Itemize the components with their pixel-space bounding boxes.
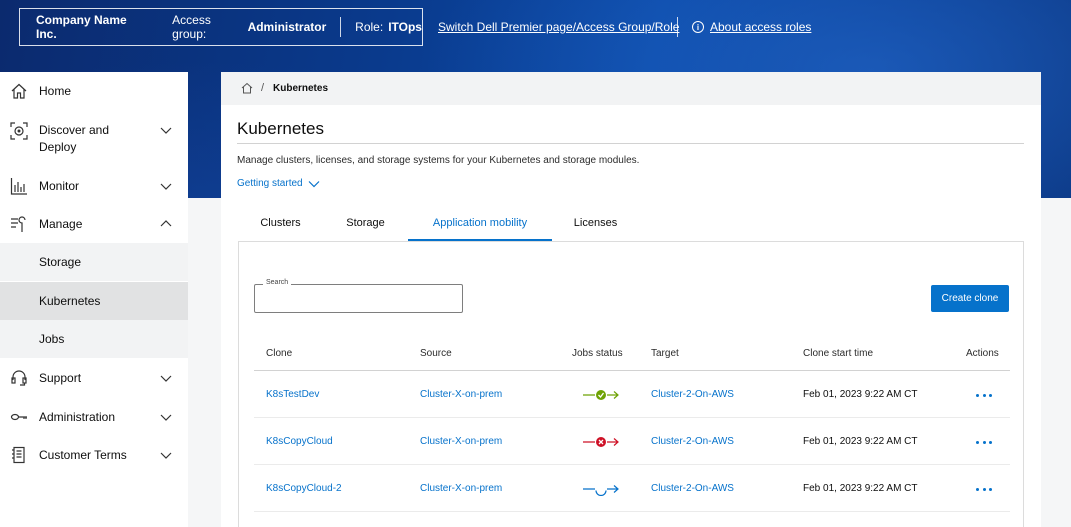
discover-icon	[10, 122, 28, 140]
headset-icon	[11, 370, 27, 386]
access-group-value: Administrator	[247, 20, 327, 34]
divider	[237, 143, 1024, 144]
target-link[interactable]: Cluster-2-On-AWS	[651, 436, 734, 447]
manage-icon	[11, 216, 26, 232]
breadcrumb: / Kubernetes	[221, 72, 1041, 105]
search-field[interactable]: Search	[254, 279, 463, 313]
column-header-source: Source	[420, 348, 452, 359]
tab-storage[interactable]: Storage	[323, 209, 408, 241]
sidebar-item-home[interactable]: Home	[0, 72, 188, 110]
divider	[254, 417, 1010, 418]
about-access-roles-link[interactable]: About access roles	[710, 20, 811, 34]
chevron-down-icon	[160, 452, 172, 459]
document-icon	[12, 446, 25, 464]
tab-label: Clusters	[260, 217, 301, 229]
application-mobility-panel: Search Create clone Clone Source Jobs st…	[238, 241, 1024, 527]
more-actions-icon[interactable]	[976, 390, 992, 400]
search-input[interactable]	[256, 286, 461, 311]
clone-link[interactable]: K8sCopyCloud	[266, 436, 333, 447]
tab-licenses[interactable]: Licenses	[552, 209, 639, 241]
sidebar-subitem-jobs[interactable]: Jobs	[0, 320, 188, 358]
sidebar-item-label: Customer Terms	[39, 448, 127, 462]
source-link[interactable]: Cluster-X-on-prem	[420, 483, 502, 494]
clone-start-time: Feb 01, 2023 9:22 AM CT	[803, 483, 918, 494]
column-header-clone-start-time: Clone start time	[803, 348, 874, 359]
sidebar-item-label: Discover and Deploy	[39, 123, 110, 154]
info-icon: i	[692, 21, 704, 33]
sidebar-item-customer-terms[interactable]: Customer Terms	[0, 436, 188, 474]
tab-label: Storage	[346, 217, 385, 229]
sidebar-item-label: Manage	[39, 217, 83, 231]
main-content: / Kubernetes Kubernetes Manage clusters,…	[221, 72, 1041, 527]
sidebar-item-label: Monitor	[39, 179, 80, 193]
job-success-icon	[583, 390, 619, 400]
access-group-label: Access group:	[172, 13, 211, 41]
column-header-target: Target	[651, 348, 679, 359]
more-actions-icon[interactable]	[976, 437, 992, 447]
sidebar-item-discover-and-deploy[interactable]: Discover and Deploy	[0, 110, 188, 167]
home-icon	[11, 83, 27, 99]
column-header-actions: Actions	[966, 348, 999, 359]
sidebar-subitem-label: Storage	[39, 255, 82, 269]
sidebar: Home Discover and Deploy Monitor Manage …	[0, 72, 188, 527]
sidebar-subitem-label: Kubernetes	[39, 294, 101, 308]
job-failed-icon	[583, 437, 619, 447]
page-description: Manage clusters, licenses, and storage s…	[237, 155, 640, 166]
sidebar-subitem-storage[interactable]: Storage	[0, 243, 188, 281]
target-link[interactable]: Cluster-2-On-AWS	[651, 483, 734, 494]
getting-started-label: Getting started	[237, 178, 303, 189]
tab-application-mobility[interactable]: Application mobility	[408, 209, 552, 241]
key-icon	[10, 413, 27, 421]
monitor-icon	[10, 178, 27, 195]
breadcrumb-current: Kubernetes	[273, 83, 329, 94]
switch-premier-link[interactable]: Switch Dell Premier page/Access Group/Ro…	[438, 20, 679, 34]
clone-link[interactable]: K8sTestDev	[266, 389, 319, 400]
divider	[254, 464, 1010, 465]
chevron-down-icon	[308, 180, 320, 187]
sidebar-item-label: Administration	[39, 410, 116, 424]
chevron-down-icon	[160, 375, 172, 382]
page-title: Kubernetes	[237, 119, 324, 138]
source-link[interactable]: Cluster-X-on-prem	[420, 436, 502, 447]
breadcrumb-separator: /	[261, 82, 265, 94]
target-link[interactable]: Cluster-2-On-AWS	[651, 389, 734, 400]
chevron-down-icon	[160, 127, 172, 134]
job-in-progress-icon	[583, 485, 619, 496]
divider	[677, 17, 678, 37]
sidebar-item-label: Support	[39, 371, 82, 385]
create-clone-button[interactable]: Create clone	[931, 285, 1009, 312]
sidebar-item-manage[interactable]: Manage	[0, 205, 188, 243]
divider	[340, 17, 342, 37]
chevron-up-icon	[160, 220, 172, 227]
tab-label: Application mobility	[432, 217, 528, 229]
role-value: ITOps	[388, 20, 422, 34]
column-header-jobs-status: Jobs status	[572, 348, 623, 359]
clone-start-time: Feb 01, 2023 9:22 AM CT	[803, 436, 918, 447]
company-name: Company Name Inc.	[36, 13, 127, 41]
chevron-down-icon	[160, 183, 172, 190]
divider	[254, 511, 1010, 512]
more-actions-icon[interactable]	[976, 484, 992, 494]
clone-start-time: Feb 01, 2023 9:22 AM CT	[803, 389, 918, 400]
search-label: Search	[263, 279, 292, 286]
column-header-clone: Clone	[266, 348, 293, 359]
home-icon[interactable]	[241, 82, 253, 94]
sidebar-item-administration[interactable]: Administration	[0, 398, 188, 436]
sidebar-item-monitor[interactable]: Monitor	[0, 167, 188, 205]
clone-link[interactable]: K8sCopyCloud-2	[266, 483, 342, 494]
sidebar-item-label: Home	[39, 84, 72, 98]
tab-label: Licenses	[573, 217, 618, 229]
getting-started-toggle[interactable]: Getting started	[237, 178, 320, 189]
sidebar-subitem-kubernetes[interactable]: Kubernetes	[0, 282, 188, 320]
role-label: Role:	[355, 20, 384, 34]
chevron-down-icon	[160, 414, 172, 421]
sidebar-item-support[interactable]: Support	[0, 359, 188, 397]
tab-clusters[interactable]: Clusters	[238, 209, 323, 241]
sidebar-subitem-label: Jobs	[39, 332, 65, 346]
context-box: Company Name Inc. Access group: Administ…	[19, 8, 423, 46]
source-link[interactable]: Cluster-X-on-prem	[420, 389, 502, 400]
divider	[254, 370, 1010, 371]
